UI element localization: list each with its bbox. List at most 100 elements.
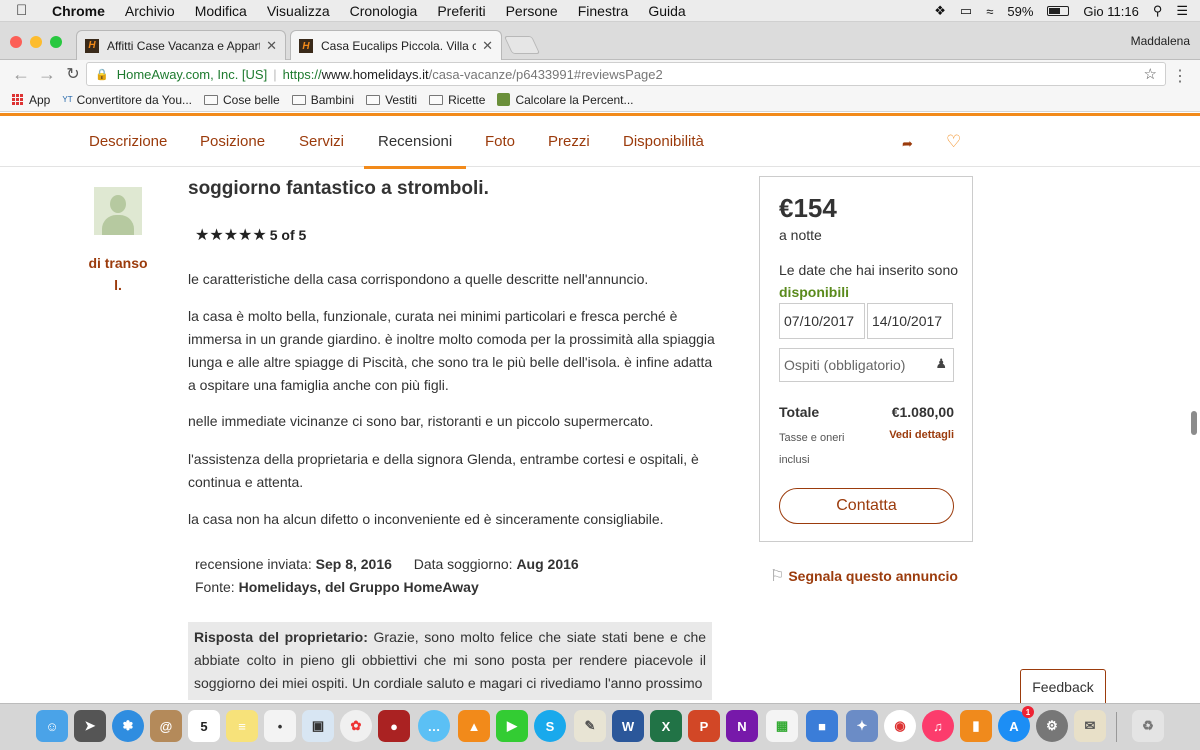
textedit-icon[interactable]: ✎	[574, 710, 606, 742]
excel-icon[interactable]: X	[650, 710, 682, 742]
bookmark-label: Ricette	[448, 92, 486, 107]
bookmark-youtube-converter[interactable]: YT Convertitore da You...	[62, 93, 192, 107]
spotlight-search-icon[interactable]: ⚲	[1153, 3, 1163, 19]
calendar-icon[interactable]: 5	[188, 710, 220, 742]
nav-disponibilita[interactable]: Disponibilità	[623, 133, 704, 150]
profile-name[interactable]: Maddalena	[1131, 34, 1190, 48]
menu-guida[interactable]: Guida	[648, 3, 685, 19]
window-close-button[interactable]	[10, 36, 22, 48]
reminders-icon[interactable]: •	[264, 710, 296, 742]
bookmark-percentage-calculator[interactable]: Calcolare la Percent...	[497, 93, 634, 107]
bookmark-label: App	[29, 92, 51, 107]
app-store-icon[interactable]: A1	[998, 706, 1034, 742]
nav-prezzi[interactable]: Prezzi	[548, 133, 590, 150]
trash-icon[interactable]: ♻	[1132, 710, 1164, 742]
window-minimize-button[interactable]	[30, 36, 42, 48]
numbers-icon[interactable]: ▦	[766, 710, 798, 742]
system-preferences-icon[interactable]: ⚙	[1036, 710, 1068, 742]
favorite-heart-icon[interactable]: ♡	[946, 132, 961, 152]
review-rating: ★★★★★ 5 of 5	[195, 225, 306, 245]
reload-icon[interactable]: ↻	[62, 64, 84, 84]
vlc-icon[interactable]: ▲	[458, 710, 490, 742]
bookmark-star-icon[interactable]: ☆	[1144, 65, 1157, 83]
wifi-icon[interactable]: ≈	[986, 4, 993, 19]
nav-servizi[interactable]: Servizi	[299, 133, 344, 150]
nav-recensioni[interactable]: Recensioni	[363, 133, 467, 169]
apple-icon[interactable]: 	[16, 2, 36, 19]
window-zoom-button[interactable]	[50, 36, 62, 48]
battery-icon[interactable]	[1047, 6, 1070, 16]
airplay-icon[interactable]: ▭	[960, 3, 972, 19]
photo-booth-icon[interactable]: ●	[378, 710, 410, 742]
review-paragraph: la casa è molto bella, funzionale, curat…	[188, 308, 715, 393]
menu-modifica[interactable]: Modifica	[195, 3, 247, 19]
menu-visualizza[interactable]: Visualizza	[267, 3, 330, 19]
back-arrow-icon[interactable]: ←	[10, 64, 32, 85]
feedback-button[interactable]: Feedback	[1020, 669, 1106, 703]
bookmark-folder-bambini[interactable]: Bambini	[291, 93, 354, 107]
tab-title: Affitti Case Vacanza e Apparta	[107, 38, 261, 53]
bookmark-folder-ricette[interactable]: Ricette	[429, 93, 485, 107]
close-tab-icon[interactable]: ✕	[482, 38, 493, 54]
powerpoint-icon[interactable]: P	[688, 710, 720, 742]
battery-percent[interactable]: 59%	[1007, 4, 1033, 19]
chrome-menu-icon[interactable]: ⋮	[1172, 66, 1188, 86]
guests-field[interactable]: Ospiti (obbligatorio) ♟	[779, 348, 954, 382]
share-icon[interactable]: ➦	[902, 136, 913, 152]
address-bar[interactable]: 🔒 HomeAway.com, Inc. [US] | https:// www…	[86, 62, 1166, 86]
menu-persone[interactable]: Persone	[506, 3, 558, 19]
checkout-date-field[interactable]: 14/10/2017	[867, 303, 953, 339]
chrome-icon[interactable]: ◉	[884, 710, 916, 742]
menu-app[interactable]: Chrome	[52, 3, 105, 19]
clock[interactable]: Gio 11:16	[1083, 4, 1138, 19]
contact-button[interactable]: Contatta	[779, 488, 954, 524]
dock-separator	[1116, 712, 1117, 742]
menu-archivio[interactable]: Archivio	[125, 3, 175, 19]
browser-tab-1[interactable]: H Affitti Case Vacanza e Apparta ✕	[76, 30, 286, 60]
details-link[interactable]: Vedi dettagli	[889, 429, 954, 441]
photos-icon[interactable]: ✿	[340, 710, 372, 742]
dropbox-icon[interactable]: ❖	[934, 3, 946, 19]
word-icon[interactable]: W	[612, 710, 644, 742]
contacts-icon[interactable]: @	[150, 710, 182, 742]
new-tab-button[interactable]	[503, 36, 541, 54]
keynote-icon[interactable]: ■	[806, 710, 838, 742]
menu-preferiti[interactable]: Preferiti	[437, 3, 485, 19]
facetime-icon[interactable]: ▶	[496, 710, 528, 742]
skype-icon[interactable]: S	[534, 710, 566, 742]
bookmark-folder-cose-belle[interactable]: Cose belle	[204, 93, 280, 107]
finder-icon[interactable]: ☺	[36, 710, 68, 742]
bird-app-icon[interactable]: ✦	[846, 710, 878, 742]
preview-icon[interactable]: ▣	[302, 710, 334, 742]
itunes-icon[interactable]: ♫	[922, 710, 954, 742]
close-tab-icon[interactable]: ✕	[266, 38, 277, 54]
nav-posizione[interactable]: Posizione	[200, 133, 265, 150]
nav-foto[interactable]: Foto	[485, 133, 515, 150]
forward-arrow-icon[interactable]: →	[36, 64, 58, 85]
bookmark-apps[interactable]: App	[12, 93, 50, 107]
menu-cronologia[interactable]: Cronologia	[350, 3, 418, 19]
guests-person-icon: ♟	[935, 356, 947, 371]
booking-card: €154 a notte Le date che hai inserito so…	[759, 176, 973, 542]
report-listing-link[interactable]: ⚐ Segnala questo annuncio	[770, 566, 958, 586]
stickies-icon[interactable]: ✉	[1074, 710, 1106, 742]
browser-tab-2[interactable]: H Casa Eucalips Piccola. Villa co ✕	[290, 30, 502, 61]
launchpad-icon[interactable]: ➤	[74, 710, 106, 742]
homelidays-favicon: H	[299, 39, 313, 53]
availability-message: Le date che hai inserito sono disponibil…	[779, 259, 959, 303]
messages-icon[interactable]: …	[418, 710, 450, 742]
folder-icon	[291, 94, 306, 105]
reviewer-name[interactable]: di transo l.	[84, 252, 152, 296]
battery-fill	[1049, 8, 1061, 14]
checkin-date-field[interactable]: 07/10/2017	[779, 303, 865, 339]
bookmark-folder-vestiti[interactable]: Vestiti	[366, 93, 417, 107]
notification-center-icon[interactable]: ☰	[1176, 3, 1188, 19]
ibooks-icon[interactable]: ▮	[960, 710, 992, 742]
menu-finestra[interactable]: Finestra	[578, 3, 629, 19]
safari-icon[interactable]: ✽	[112, 710, 144, 742]
onenote-icon[interactable]: N	[726, 710, 758, 742]
notes-icon[interactable]: ≡	[226, 710, 258, 742]
scrollbar-thumb[interactable]	[1191, 411, 1197, 435]
flag-icon: ⚐	[770, 568, 785, 585]
nav-descrizione[interactable]: Descrizione	[89, 133, 167, 150]
